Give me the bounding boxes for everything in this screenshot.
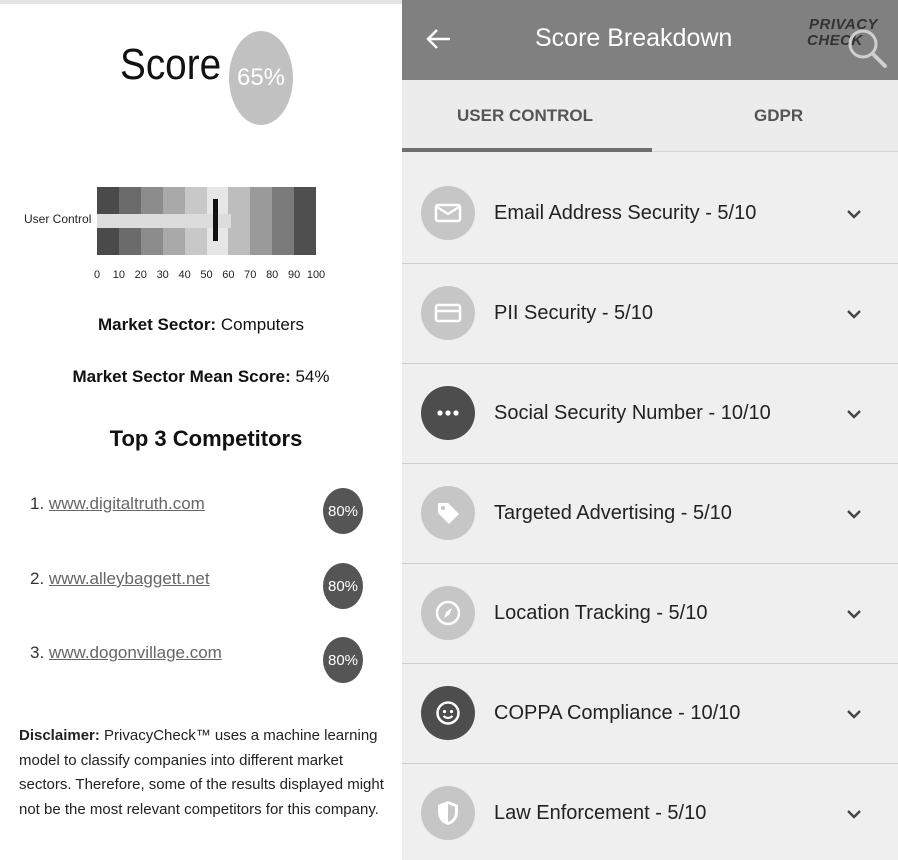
breakdown-item-label: PII Security - 5/10 xyxy=(494,302,653,324)
score-title: Score xyxy=(120,40,222,89)
breakdown-item-email[interactable]: Email Address Security - 5/10 xyxy=(402,164,898,264)
competitors-heading: Top 3 Competitors xyxy=(109,426,303,451)
market-sector-mean: Market Sector Mean Score: 54% xyxy=(0,367,402,387)
active-tab-indicator xyxy=(402,148,652,152)
market-mean-label: Market Sector Mean Score: xyxy=(72,367,291,386)
competitor-score-badge: 80% xyxy=(323,637,363,683)
competitor-score-badge: 80% xyxy=(323,488,363,534)
market-sector: Market Sector: Computers xyxy=(0,315,402,335)
competitor-link[interactable]: www.dogonvillage.com xyxy=(49,643,222,662)
breakdown-item-coppa[interactable]: COPPA Compliance - 10/10 xyxy=(402,664,898,764)
more-dots-icon xyxy=(421,386,475,440)
breakdown-item-label: Targeted Advertising - 5/10 xyxy=(494,502,732,524)
bullet-band xyxy=(228,187,251,255)
competitor-number: 2. xyxy=(30,569,45,588)
competitor-item: 2. www.alleybaggett.net 80% xyxy=(30,563,370,609)
score-badge: 65% xyxy=(229,31,293,125)
axis-tick-label: 0 xyxy=(93,269,101,281)
market-sector-label: Market Sector: xyxy=(98,315,217,334)
email-icon xyxy=(421,186,475,240)
shield-icon xyxy=(421,786,475,840)
market-mean-value: 54% xyxy=(295,367,330,386)
app-bar-title: Score Breakdown xyxy=(535,24,733,52)
axis-tick-label: 90 xyxy=(287,269,301,281)
axis-tick-label: 40 xyxy=(178,269,191,281)
privacycheck-logo: PRIVACY CHECK xyxy=(807,14,892,70)
axis-tick-label: 20 xyxy=(134,269,147,281)
competitor-score-badge: 80% xyxy=(323,563,363,609)
axis-tick-label: 30 xyxy=(156,269,169,281)
breakdown-item-law-enforcement[interactable]: Law Enforcement - 5/10 xyxy=(402,764,898,860)
breakdown-item-label: Email Address Security - 5/10 xyxy=(494,202,757,224)
breakdown-item-label: Law Enforcement - 5/10 xyxy=(494,802,707,824)
breakdown-item-label: Social Security Number - 10/10 xyxy=(494,402,771,424)
bullet-band xyxy=(272,187,295,255)
axis-tick-label: 70 xyxy=(244,269,257,281)
card-icon xyxy=(421,286,475,340)
chevron-down-icon[interactable] xyxy=(845,507,863,521)
app-bar: Score Breakdown PRIVACY CHECK xyxy=(402,0,898,80)
disclaimer: Disclaimer: PrivacyCheck™ uses a machine… xyxy=(19,724,389,822)
breakdown-item-pii[interactable]: PII Security - 5/10 xyxy=(402,264,898,364)
breakdown-item-label: Location Tracking - 5/10 xyxy=(494,602,708,624)
score-summary-panel: Score 65% User Control 0 10 20 30 40 50 60 70 80… xyxy=(0,0,402,860)
bullet-chart-label: User Control xyxy=(24,212,92,226)
tab-user-control[interactable]: USER CONTROL xyxy=(457,106,593,126)
axis-tick-label: 50 xyxy=(200,269,213,281)
axis-tick-label: 80 xyxy=(266,269,279,281)
score-breakdown-screen: Score Breakdown PRIVACY CHECK USER CONTR… xyxy=(402,0,898,860)
child-face-icon xyxy=(421,686,475,740)
chevron-down-icon[interactable] xyxy=(845,307,863,321)
compass-icon xyxy=(421,586,475,640)
bullet-value-bar xyxy=(97,214,231,228)
market-sector-value: Computers xyxy=(220,315,304,334)
breakdown-item-ssn[interactable]: Social Security Number - 10/10 xyxy=(402,364,898,464)
chevron-down-icon[interactable] xyxy=(845,807,863,821)
chevron-down-icon[interactable] xyxy=(845,407,863,421)
bullet-band xyxy=(250,187,273,255)
chevron-down-icon[interactable] xyxy=(845,207,863,221)
chevron-down-icon[interactable] xyxy=(845,707,863,721)
chevron-down-icon[interactable] xyxy=(845,607,863,621)
breakdown-item-label: COPPA Compliance - 10/10 xyxy=(494,702,741,724)
axis-tick-label: 10 xyxy=(112,269,126,281)
axis-tick-label: 100 xyxy=(306,269,326,281)
bullet-band xyxy=(294,187,317,255)
competitor-item: 1. www.digitaltruth.com 80% xyxy=(30,488,370,534)
user-control-bullet-chart xyxy=(97,187,317,255)
competitor-link[interactable]: www.alleybaggett.net xyxy=(49,569,210,588)
breakdown-item-location[interactable]: Location Tracking - 5/10 xyxy=(402,564,898,664)
back-arrow-icon[interactable] xyxy=(424,24,454,54)
bullet-axis-ticks: 0 10 20 30 40 50 60 70 80 90 100 xyxy=(91,269,331,283)
breakdown-item-advertising[interactable]: Targeted Advertising - 5/10 xyxy=(402,464,898,564)
top-divider xyxy=(0,0,402,4)
tab-gdpr[interactable]: GDPR xyxy=(754,106,803,126)
disclaimer-label: Disclaimer: xyxy=(19,727,100,744)
bullet-value-marker xyxy=(213,199,219,241)
competitor-item: 3. www.dogonvillage.com 80% xyxy=(30,637,370,683)
competitor-number: 1. xyxy=(30,494,45,513)
tab-bar: USER CONTROL GDPR xyxy=(402,80,898,152)
axis-tick-label: 60 xyxy=(222,269,235,281)
competitor-number: 3. xyxy=(30,643,45,662)
competitor-link[interactable]: www.digitaltruth.com xyxy=(49,494,205,513)
magnifier-logo-icon xyxy=(848,29,887,68)
tag-icon xyxy=(421,486,475,540)
